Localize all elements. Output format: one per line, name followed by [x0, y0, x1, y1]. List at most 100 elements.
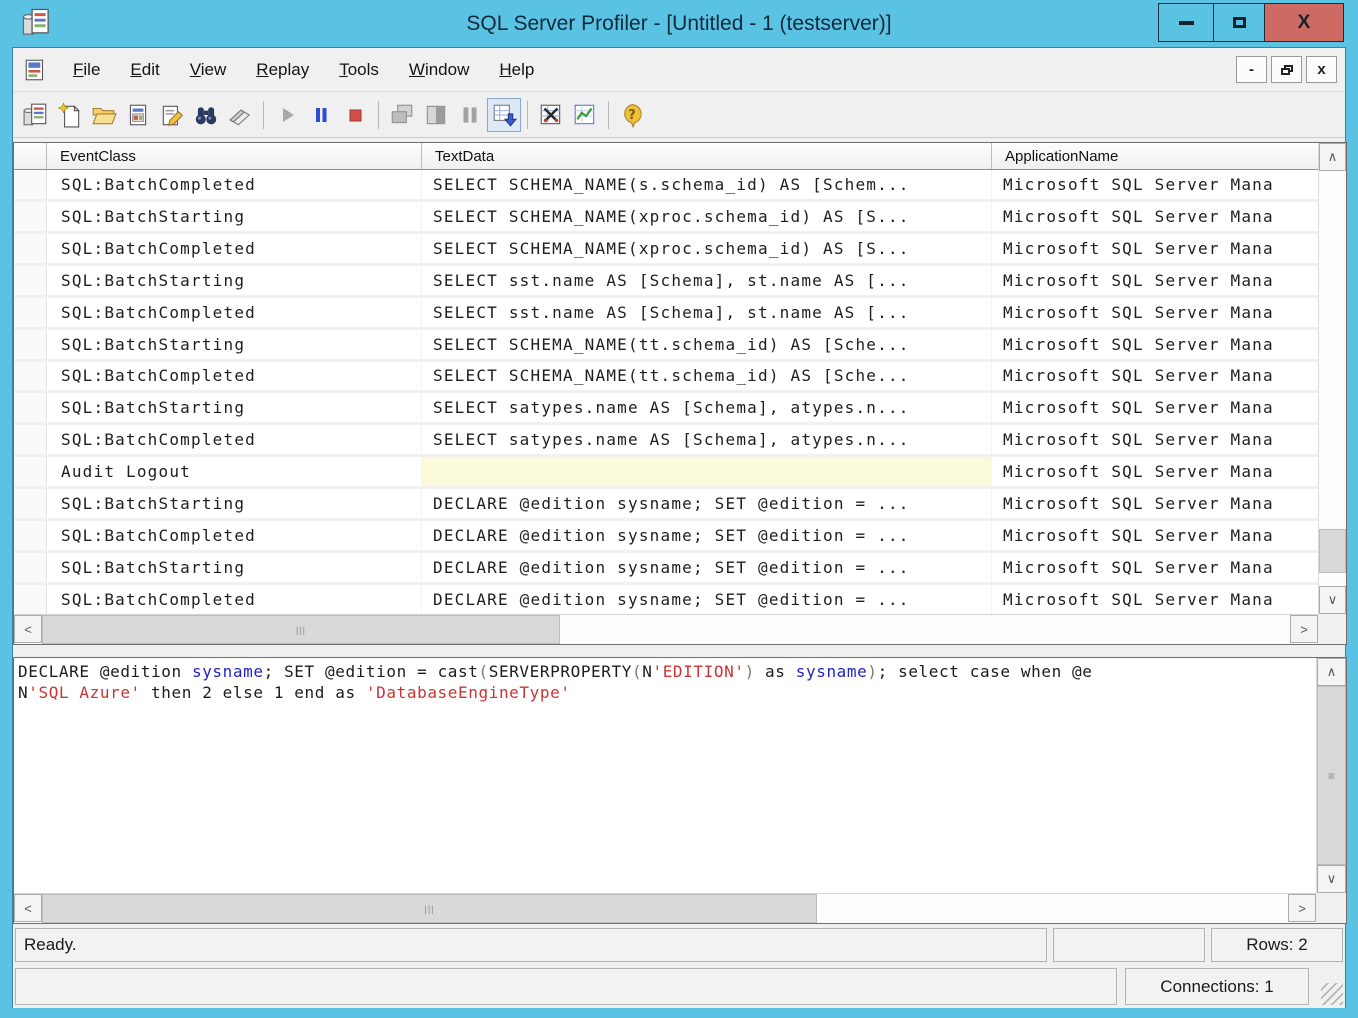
table-row[interactable]: SQL:BatchCompletedSELECT satypes.name AS…	[14, 425, 1318, 457]
cell-textdata[interactable]: SELECT SCHEMA_NAME(tt.schema_id) AS [Sch…	[422, 362, 992, 391]
clear-trace-window-button[interactable]	[534, 98, 568, 132]
row-selector[interactable]	[14, 425, 47, 454]
cell-applicationname[interactable]: Microsoft SQL Server Mana	[992, 457, 1318, 486]
table-row[interactable]: SQL:BatchStartingSELECT SCHEMA_NAME(tt.s…	[14, 330, 1318, 362]
menu-window[interactable]: Window	[397, 55, 481, 85]
cell-eventclass[interactable]: SQL:BatchCompleted	[47, 234, 422, 263]
row-selector[interactable]	[14, 298, 47, 327]
cell-textdata[interactable]: SELECT SCHEMA_NAME(s.schema_id) AS [Sche…	[422, 170, 992, 199]
pane-splitter[interactable]	[13, 645, 1345, 657]
cell-eventclass[interactable]: SQL:BatchCompleted	[47, 170, 422, 199]
scrollbar-thumb[interactable]: |||	[42, 894, 817, 923]
row-selector[interactable]	[14, 457, 47, 486]
cell-eventclass[interactable]: SQL:BatchCompleted	[47, 521, 422, 550]
row-selector[interactable]	[14, 393, 47, 422]
cell-applicationname[interactable]: Microsoft SQL Server Mana	[992, 585, 1318, 614]
row-selector[interactable]	[14, 521, 47, 550]
open-trace-button[interactable]	[87, 98, 121, 132]
cell-eventclass[interactable]: SQL:BatchCompleted	[47, 585, 422, 614]
minimize-button[interactable]	[1158, 3, 1214, 42]
stop-trace-button[interactable]	[338, 98, 372, 132]
scrollbar-track[interactable]: |||	[42, 615, 1290, 644]
table-row[interactable]: SQL:BatchStartingSELECT sst.name AS [Sch…	[14, 266, 1318, 298]
detail-vertical-scrollbar[interactable]: ∧ ≡ ∨	[1316, 658, 1346, 893]
scrollbar-thumb[interactable]: ≡	[1317, 686, 1346, 865]
row-selector[interactable]	[14, 234, 47, 263]
cell-textdata[interactable]: DECLARE @edition sysname; SET @edition =…	[422, 521, 992, 550]
row-selector[interactable]	[14, 170, 47, 199]
new-document-button[interactable]	[53, 98, 87, 132]
header-row-selector[interactable]	[14, 143, 47, 169]
eraser-button[interactable]	[223, 98, 257, 132]
cell-applicationname[interactable]: Microsoft SQL Server Mana	[992, 202, 1318, 231]
cell-applicationname[interactable]: Microsoft SQL Server Mana	[992, 330, 1318, 359]
grid-horizontal-scrollbar[interactable]: < ||| >	[14, 614, 1318, 644]
cell-eventclass[interactable]: SQL:BatchStarting	[47, 489, 422, 518]
scrollbar-thumb[interactable]	[1319, 529, 1346, 573]
cell-applicationname[interactable]: Microsoft SQL Server Mana	[992, 362, 1318, 391]
scrollbar-track[interactable]: ≡	[1317, 686, 1346, 865]
cell-eventclass[interactable]: Audit Logout	[47, 457, 422, 486]
cell-eventclass[interactable]: SQL:BatchStarting	[47, 266, 422, 295]
menu-file[interactable]: File	[61, 55, 112, 85]
table-row[interactable]: SQL:BatchCompletedDECLARE @edition sysna…	[14, 521, 1318, 553]
row-selector[interactable]	[14, 553, 47, 582]
mdi-restore-button[interactable]	[1271, 56, 1302, 83]
cell-textdata[interactable]: SELECT SCHEMA_NAME(xproc.schema_id) AS […	[422, 202, 992, 231]
scroll-down-icon[interactable]: ∨	[1317, 865, 1346, 893]
header-textdata[interactable]: TextData	[422, 143, 992, 169]
table-row[interactable]: SQL:BatchStartingDECLARE @edition sysnam…	[14, 553, 1318, 585]
cell-textdata[interactable]: SELECT SCHEMA_NAME(tt.schema_id) AS [Sch…	[422, 330, 992, 359]
scroll-up-icon[interactable]: ∧	[1317, 658, 1346, 686]
row-selector[interactable]	[14, 489, 47, 518]
scrollbar-track[interactable]: |||	[42, 894, 1288, 923]
cell-textdata[interactable]	[422, 457, 992, 486]
cell-applicationname[interactable]: Microsoft SQL Server Mana	[992, 521, 1318, 550]
menu-help[interactable]: Help	[487, 55, 546, 85]
new-trace-button[interactable]	[19, 98, 53, 132]
table-row[interactable]: SQL:BatchCompletedSELECT SCHEMA_NAME(s.s…	[14, 170, 1318, 202]
cell-textdata[interactable]: DECLARE @edition sysname; SET @edition =…	[422, 553, 992, 582]
cell-applicationname[interactable]: Microsoft SQL Server Mana	[992, 425, 1318, 454]
table-row[interactable]: SQL:BatchCompletedDECLARE @edition sysna…	[14, 585, 1318, 614]
table-row[interactable]: SQL:BatchStartingSELECT SCHEMA_NAME(xpro…	[14, 202, 1318, 234]
window-detail-button[interactable]	[419, 98, 453, 132]
menu-view[interactable]: View	[178, 55, 239, 85]
help-button[interactable]: ?	[615, 98, 649, 132]
header-eventclass[interactable]: EventClass	[47, 143, 422, 169]
cell-eventclass[interactable]: SQL:BatchCompleted	[47, 298, 422, 327]
pause-trace-button[interactable]	[304, 98, 338, 132]
cell-applicationname[interactable]: Microsoft SQL Server Mana	[992, 170, 1318, 199]
menu-tools[interactable]: Tools	[327, 55, 391, 85]
cell-eventclass[interactable]: SQL:BatchCompleted	[47, 362, 422, 391]
scroll-up-icon[interactable]: ∧	[1319, 143, 1346, 171]
scrollbar-track[interactable]	[1319, 171, 1346, 586]
mdi-system-icon[interactable]	[23, 57, 49, 83]
table-row[interactable]: SQL:BatchStartingSELECT satypes.name AS …	[14, 393, 1318, 425]
cell-textdata[interactable]: SELECT satypes.name AS [Schema], atypes.…	[422, 425, 992, 454]
table-row[interactable]: Audit Logout Microsoft SQL Server Mana	[14, 457, 1318, 489]
cell-applicationname[interactable]: Microsoft SQL Server Mana	[992, 393, 1318, 422]
auto-scroll-button[interactable]	[487, 98, 521, 132]
table-row[interactable]: SQL:BatchCompletedSELECT sst.name AS [Sc…	[14, 298, 1318, 330]
close-button[interactable]: X	[1264, 3, 1344, 42]
mdi-close-button[interactable]: x	[1306, 56, 1337, 83]
cell-eventclass[interactable]: SQL:BatchStarting	[47, 202, 422, 231]
grid-vertical-scrollbar[interactable]: ∧ ∨	[1318, 143, 1346, 614]
cell-textdata[interactable]: SELECT sst.name AS [Schema], st.name AS …	[422, 266, 992, 295]
scroll-left-icon[interactable]: <	[14, 615, 42, 643]
cell-eventclass[interactable]: SQL:BatchCompleted	[47, 425, 422, 454]
properties-button[interactable]	[155, 98, 189, 132]
pause-display-button[interactable]	[453, 98, 487, 132]
performance-chart-button[interactable]	[568, 98, 602, 132]
row-selector[interactable]	[14, 330, 47, 359]
cell-textdata[interactable]: DECLARE @edition sysname; SET @edition =…	[422, 585, 992, 614]
scrollbar-thumb[interactable]: |||	[42, 615, 560, 644]
cell-textdata[interactable]: SELECT sst.name AS [Schema], st.name AS …	[422, 298, 992, 327]
menu-replay[interactable]: Replay	[244, 55, 321, 85]
cell-textdata[interactable]: SELECT SCHEMA_NAME(xproc.schema_id) AS […	[422, 234, 992, 263]
scroll-left-icon[interactable]: <	[14, 894, 42, 922]
cell-applicationname[interactable]: Microsoft SQL Server Mana	[992, 489, 1318, 518]
cell-applicationname[interactable]: Microsoft SQL Server Mana	[992, 553, 1318, 582]
cell-applicationname[interactable]: Microsoft SQL Server Mana	[992, 266, 1318, 295]
